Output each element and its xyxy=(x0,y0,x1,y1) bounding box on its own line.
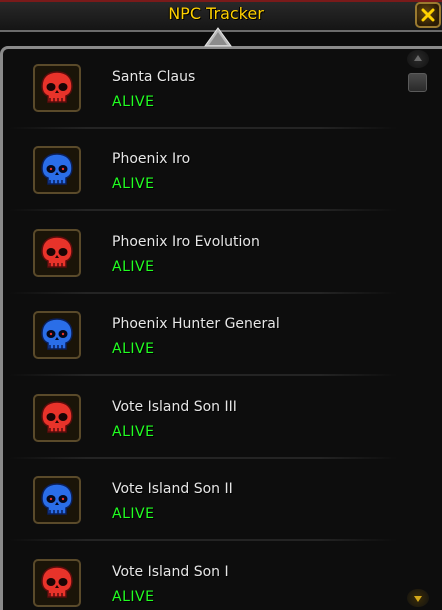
scroll-down-button[interactable] xyxy=(407,589,429,607)
red-skull-icon xyxy=(33,229,81,277)
window-title: NPC Tracker xyxy=(168,4,264,23)
scrollbar[interactable] xyxy=(405,49,429,610)
blue-skull-icon xyxy=(33,476,81,524)
close-button[interactable] xyxy=(415,2,441,28)
npc-name: Santa Claus xyxy=(112,69,196,85)
npc-list: Santa Claus ALIVE Phoenix Iro ALIVE Phoe… xyxy=(3,49,403,610)
blue-skull-icon xyxy=(33,146,81,194)
npc-status: ALIVE xyxy=(112,341,155,357)
npc-name: Phoenix Iro xyxy=(112,151,191,167)
npc-status: ALIVE xyxy=(112,424,155,440)
npc-name: Phoenix Iro Evolution xyxy=(112,234,260,250)
collapse-arrow-icon[interactable] xyxy=(203,27,233,47)
arrow-up-icon xyxy=(414,55,422,61)
scroll-thumb[interactable] xyxy=(408,73,427,92)
npc-row[interactable]: Phoenix Hunter General ALIVE xyxy=(3,296,403,376)
npc-row[interactable]: Phoenix Iro Evolution ALIVE xyxy=(3,214,403,294)
npc-tracker-window: NPC Tracker Santa Claus ALIVE Phoenix Ir… xyxy=(0,0,442,610)
npc-row[interactable]: Santa Claus ALIVE xyxy=(3,49,403,129)
red-skull-icon xyxy=(33,394,81,442)
npc-status: ALIVE xyxy=(112,176,155,192)
npc-status: ALIVE xyxy=(112,259,155,275)
npc-name: Vote Island Son III xyxy=(112,399,237,415)
npc-row[interactable]: Phoenix Iro ALIVE xyxy=(3,131,403,211)
npc-status: ALIVE xyxy=(112,94,155,110)
npc-row[interactable]: Vote Island Son III ALIVE xyxy=(3,379,403,459)
scroll-up-button[interactable] xyxy=(407,50,429,68)
blue-skull-icon xyxy=(33,311,81,359)
npc-name: Vote Island Son II xyxy=(112,481,233,497)
npc-name: Phoenix Hunter General xyxy=(112,316,280,332)
npc-status: ALIVE xyxy=(112,506,155,522)
npc-name: Vote Island Son I xyxy=(112,564,229,580)
arrow-down-icon xyxy=(414,596,422,602)
npc-row[interactable]: Vote Island Son I ALIVE xyxy=(3,544,403,610)
red-skull-icon xyxy=(33,559,81,607)
close-icon xyxy=(421,8,435,22)
npc-row[interactable]: Vote Island Son II ALIVE xyxy=(3,461,403,541)
red-skull-icon xyxy=(33,64,81,112)
npc-status: ALIVE xyxy=(112,589,155,605)
